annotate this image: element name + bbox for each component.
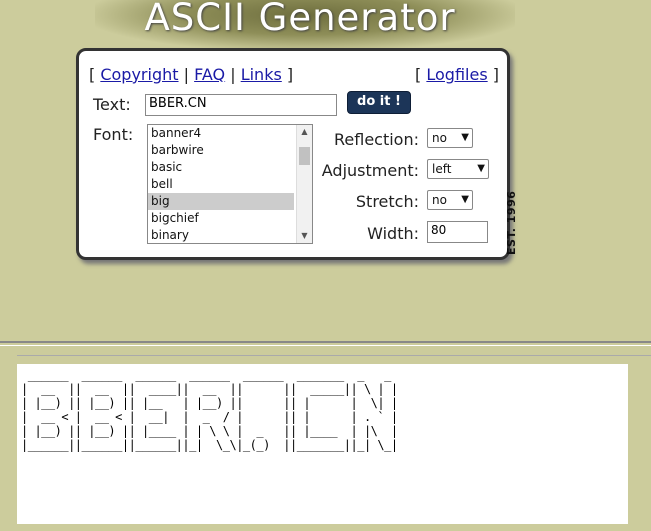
stretch-value: no [432, 193, 447, 207]
width-label: Width: [367, 224, 419, 243]
stretch-label: Stretch: [355, 192, 419, 211]
nav-logfiles: [ Logfiles ] [415, 65, 499, 84]
bracket: ] [286, 65, 294, 84]
reflection-select[interactable]: no ▼ [427, 128, 473, 148]
links-link[interactable]: Links [241, 65, 282, 84]
nav-links: [ Copyright | FAQ | Links ] [89, 65, 293, 84]
adjustment-select[interactable]: left ▼ [427, 159, 489, 179]
separator: | [183, 65, 190, 84]
chevron-down-icon: ▼ [477, 163, 485, 174]
text-label: Text: [93, 95, 131, 114]
chevron-down-icon: ▼ [461, 132, 469, 143]
generator-panel: [ Copyright | FAQ | Links ] [ Logfiles ]… [76, 48, 510, 260]
app-title: ASCII Generator [144, 0, 456, 39]
reflection-value: no [432, 131, 447, 145]
reflection-label: Reflection: [334, 130, 419, 149]
bracket: ] [492, 65, 499, 84]
do-it-button[interactable]: do it ! [347, 91, 411, 114]
font-label: Font: [93, 125, 134, 144]
bracket: [ [415, 65, 422, 84]
separator: | [230, 65, 236, 84]
adjustment-label: Adjustment: [321, 161, 419, 180]
stretch-select[interactable]: no ▼ [427, 190, 473, 210]
text-input[interactable]: BBER.CN [145, 94, 337, 116]
width-input[interactable]: 80 [427, 221, 488, 243]
ascii-art: ______ ______ ______ ______ ______ _____… [21, 368, 398, 452]
divider [17, 355, 651, 356]
logfiles-link[interactable]: Logfiles [426, 65, 487, 84]
divider [0, 341, 651, 343]
adjustment-value: left [432, 162, 452, 176]
chevron-down-icon: ▼ [461, 194, 469, 205]
bracket: [ [89, 65, 96, 84]
faq-link[interactable]: FAQ [194, 65, 225, 84]
established-badge: EST. 1996 [505, 190, 518, 255]
divider [0, 345, 651, 346]
copyright-link[interactable]: Copyright [100, 65, 178, 84]
ascii-output: ______ ______ ______ ______ ______ _____… [17, 364, 628, 524]
